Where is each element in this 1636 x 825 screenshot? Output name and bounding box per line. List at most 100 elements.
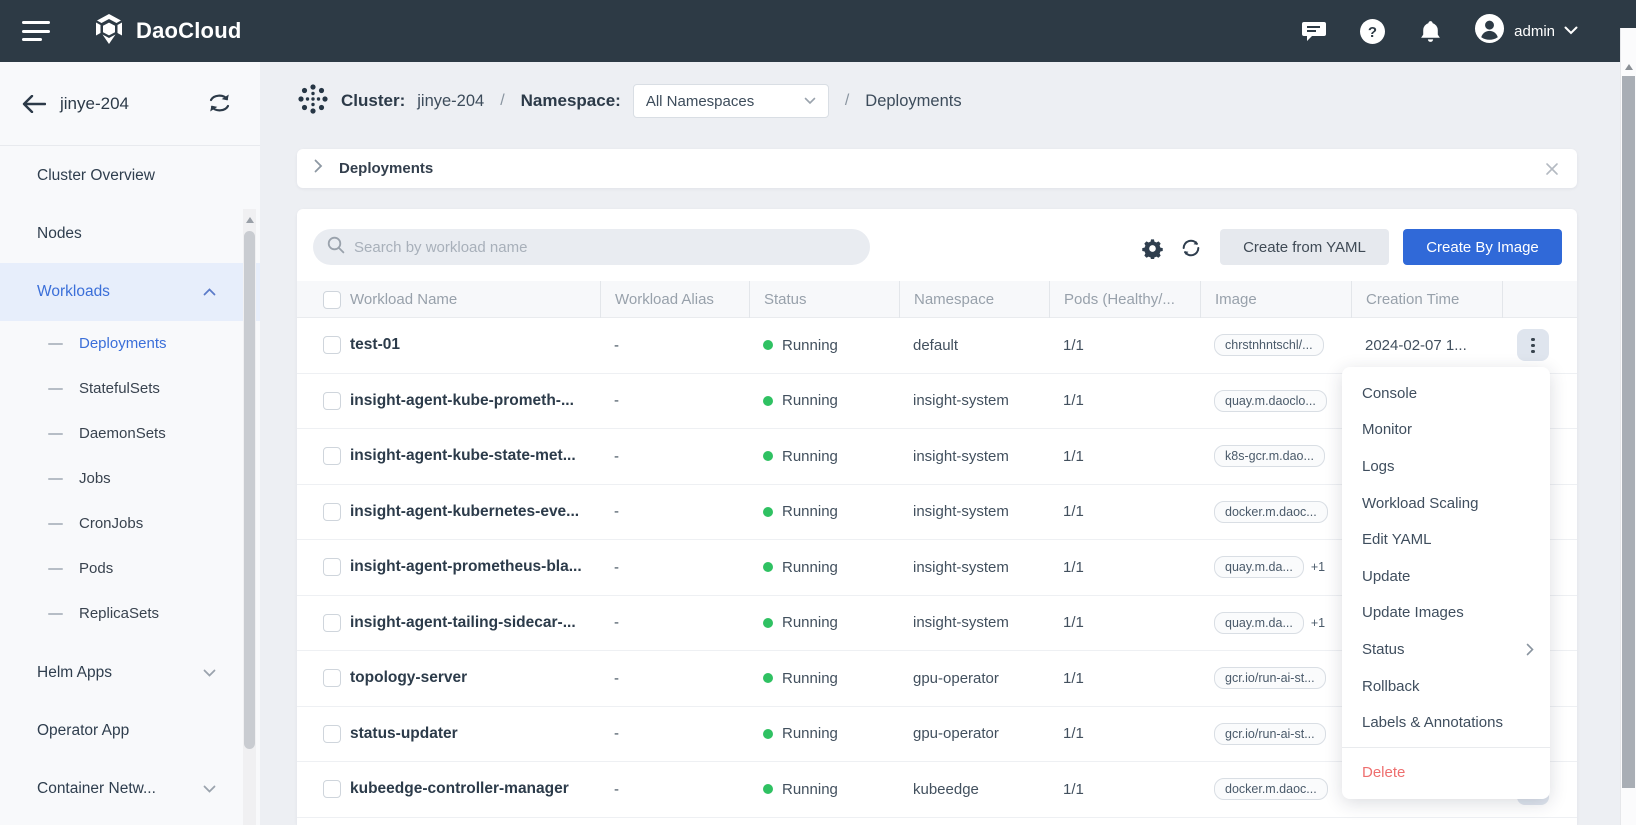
menu-item-status[interactable]: Status [1342, 631, 1550, 668]
workload-alias: - [600, 485, 749, 540]
sidebar-item-statefulsets[interactable]: StatefulSets [0, 366, 260, 411]
image-chip: quay.m.daoclo... [1214, 390, 1327, 412]
workload-name-link[interactable]: test-01 [344, 318, 600, 373]
gear-icon[interactable] [1140, 236, 1164, 260]
col-workload-alias[interactable]: Workload Alias [600, 281, 749, 318]
chevron-up-icon [203, 283, 216, 301]
hamburger-menu-icon[interactable] [22, 21, 50, 41]
menu-item-update-images[interactable]: Update Images [1342, 595, 1550, 632]
workload-name-link[interactable]: kubeedge-controller-manager [344, 762, 600, 817]
brand-logo[interactable]: DaoCloud [92, 12, 241, 51]
menu-item-edit-yaml[interactable]: Edit YAML [1342, 521, 1550, 558]
row-checkbox[interactable] [323, 447, 341, 465]
workload-name-link[interactable]: insight-agent-kubernetes-eve... [344, 485, 600, 540]
namespace-select[interactable]: All Namespaces [633, 84, 829, 118]
row-checkbox[interactable] [323, 669, 341, 687]
chat-icon[interactable] [1300, 17, 1328, 45]
select-all-checkbox[interactable] [323, 291, 341, 309]
workload-alias: - [600, 540, 749, 595]
scrollbar-thumb[interactable] [244, 231, 255, 749]
row-checkbox[interactable] [323, 780, 341, 798]
sidebar-item-replicasets[interactable]: ReplicaSets [0, 591, 260, 636]
chevron-down-icon [203, 780, 216, 798]
menu-item-update[interactable]: Update [1342, 558, 1550, 595]
menu-item-delete[interactable]: Delete [1342, 754, 1550, 791]
col-image[interactable]: Image [1200, 281, 1351, 318]
workload-name-link[interactable]: topology-server [344, 651, 600, 706]
menu-item-monitor[interactable]: Monitor [1342, 412, 1550, 449]
page-scrollbar[interactable] [1620, 28, 1636, 825]
row-checkbox[interactable] [323, 725, 341, 743]
row-checkbox[interactable] [323, 336, 341, 354]
sidebar-item-pods[interactable]: Pods [0, 546, 260, 591]
sidebar-item-workloads[interactable]: Workloads [0, 263, 260, 321]
col-status[interactable]: Status [749, 281, 899, 318]
status-cell: Running [749, 429, 899, 484]
back-arrow-icon[interactable] [22, 95, 46, 113]
row-checkbox[interactable] [323, 558, 341, 576]
sidebar-item-helm-apps[interactable]: Helm Apps [0, 644, 260, 702]
create-from-yaml-button[interactable]: Create from YAML [1220, 229, 1389, 265]
menu-item-rollback[interactable]: Rollback [1342, 668, 1550, 705]
row-checkbox[interactable] [323, 614, 341, 632]
search-box[interactable] [313, 229, 870, 265]
status-dot-icon [763, 507, 773, 517]
image-chip: gcr.io/run-ai-st... [1214, 667, 1326, 689]
bell-icon[interactable] [1416, 17, 1444, 45]
help-icon[interactable]: ? [1358, 17, 1386, 45]
status-cell: Running [749, 318, 899, 373]
menu-item-logs[interactable]: Logs [1342, 448, 1550, 485]
workload-name-link[interactable]: insight-agent-prometheus-bla... [344, 540, 600, 595]
image-cell: k8s-gcr.m.dao... [1200, 429, 1351, 484]
cluster-value[interactable]: jinye-204 [417, 92, 484, 111]
status-cell: Running [749, 762, 899, 817]
sidebar-item-daemonsets[interactable]: DaemonSets [0, 411, 260, 456]
deployments-panel-bar[interactable]: Deployments [297, 149, 1577, 188]
search-input[interactable] [354, 239, 856, 256]
namespace-cell: insight-system [899, 429, 1049, 484]
scrollbar-thumb[interactable] [1622, 76, 1635, 788]
status-cell: Running [749, 485, 899, 540]
cluster-label: Cluster: [341, 91, 405, 111]
create-by-image-button[interactable]: Create By Image [1403, 229, 1562, 265]
menu-item-workload-scaling[interactable]: Workload Scaling [1342, 485, 1550, 522]
col-namespace[interactable]: Namespace [899, 281, 1049, 318]
row-checkbox[interactable] [323, 503, 341, 521]
scroll-up-arrow-icon[interactable] [246, 217, 254, 223]
chevron-right-icon [1526, 643, 1534, 656]
sidebar-item-jobs[interactable]: Jobs [0, 456, 260, 501]
status-dot-icon [763, 673, 773, 683]
workload-name-link[interactable]: insight-agent-kube-state-met... [344, 429, 600, 484]
sidebar-item-cluster-overview[interactable]: Cluster Overview [0, 147, 260, 205]
sidebar-item-operator-app[interactable]: Operator App [0, 702, 260, 760]
row-checkbox[interactable] [323, 392, 341, 410]
scroll-up-arrow-icon[interactable] [1625, 64, 1633, 70]
workload-name-link[interactable]: insight-agent-kube-prometh-... [344, 374, 600, 429]
row-actions-kebab-icon[interactable] [1517, 329, 1549, 361]
namespace-cell: insight-system [899, 374, 1049, 429]
sidebar-item-deployments[interactable]: Deployments [0, 321, 260, 366]
menu-item-console[interactable]: Console [1342, 375, 1550, 412]
image-cell: gcr.io/run-ai-st... [1200, 651, 1351, 706]
close-icon[interactable] [1545, 162, 1559, 176]
col-pods[interactable]: Pods (Healthy/... [1049, 281, 1200, 318]
image-count-badge[interactable]: +1 [1311, 560, 1325, 574]
col-creation-time[interactable]: Creation Time [1351, 281, 1502, 318]
col-workload-name[interactable]: Workload Name [344, 281, 600, 318]
workload-name-link[interactable]: status-updater [344, 707, 600, 762]
workload-name-link[interactable]: insight-agent-tailing-sidecar-... [344, 596, 600, 651]
chevron-right-icon[interactable] [314, 159, 323, 178]
menu-item-labels-annotations[interactable]: Labels & Annotations [1342, 704, 1550, 741]
swap-cluster-icon[interactable] [207, 92, 232, 119]
image-cell: quay.m.daoclo... [1200, 374, 1351, 429]
sidebar-item-container-network[interactable]: Container Netw... [0, 760, 260, 818]
sidebar-item-nodes[interactable]: Nodes [0, 205, 260, 263]
sidebar-item-cronjobs[interactable]: CronJobs [0, 501, 260, 546]
sidebar-scrollbar[interactable] [243, 209, 256, 825]
breadcrumb-separator: / [845, 92, 849, 110]
image-cell: docker.m.daoc... [1200, 485, 1351, 540]
user-menu[interactable]: admin [1474, 13, 1578, 49]
refresh-icon[interactable] [1179, 236, 1203, 260]
image-cell: chrstnhntschl/... [1200, 318, 1351, 373]
image-count-badge[interactable]: +1 [1311, 616, 1325, 630]
